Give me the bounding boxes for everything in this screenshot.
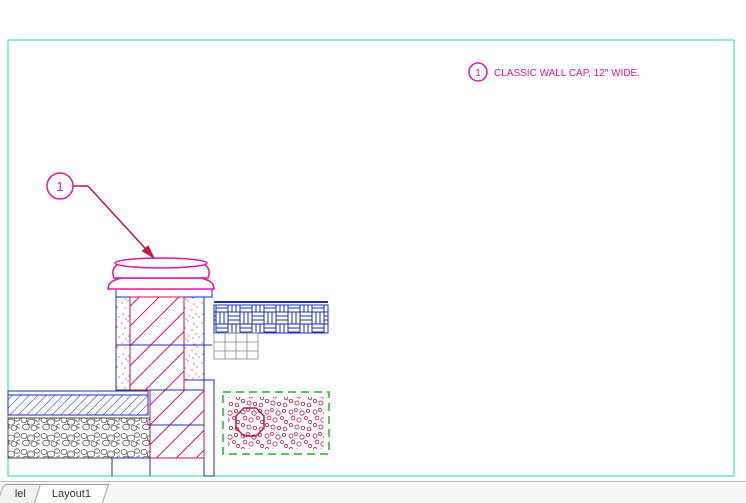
- layout-tabstrip: lel Layout1: [0, 481, 746, 503]
- callout-leader: 1: [47, 173, 154, 258]
- tab-layout1[interactable]: Layout1: [34, 484, 109, 503]
- wall-cap: [108, 258, 214, 289]
- tab-layout1-label: Layout1: [52, 485, 91, 503]
- keynote-number: 1: [475, 68, 481, 79]
- drawing-canvas[interactable]: 1 CLASSIC WALL CAP, 12" WIDE.: [0, 0, 746, 481]
- tab-model-label: lel: [15, 485, 26, 503]
- drawing-svg: 1 CLASSIC WALL CAP, 12" WIDE.: [0, 0, 746, 481]
- keynote-legend: 1 CLASSIC WALL CAP, 12" WIDE.: [469, 63, 640, 81]
- keynote-text: CLASSIC WALL CAP, 12" WIDE.: [494, 68, 640, 79]
- callout-number: 1: [56, 179, 63, 194]
